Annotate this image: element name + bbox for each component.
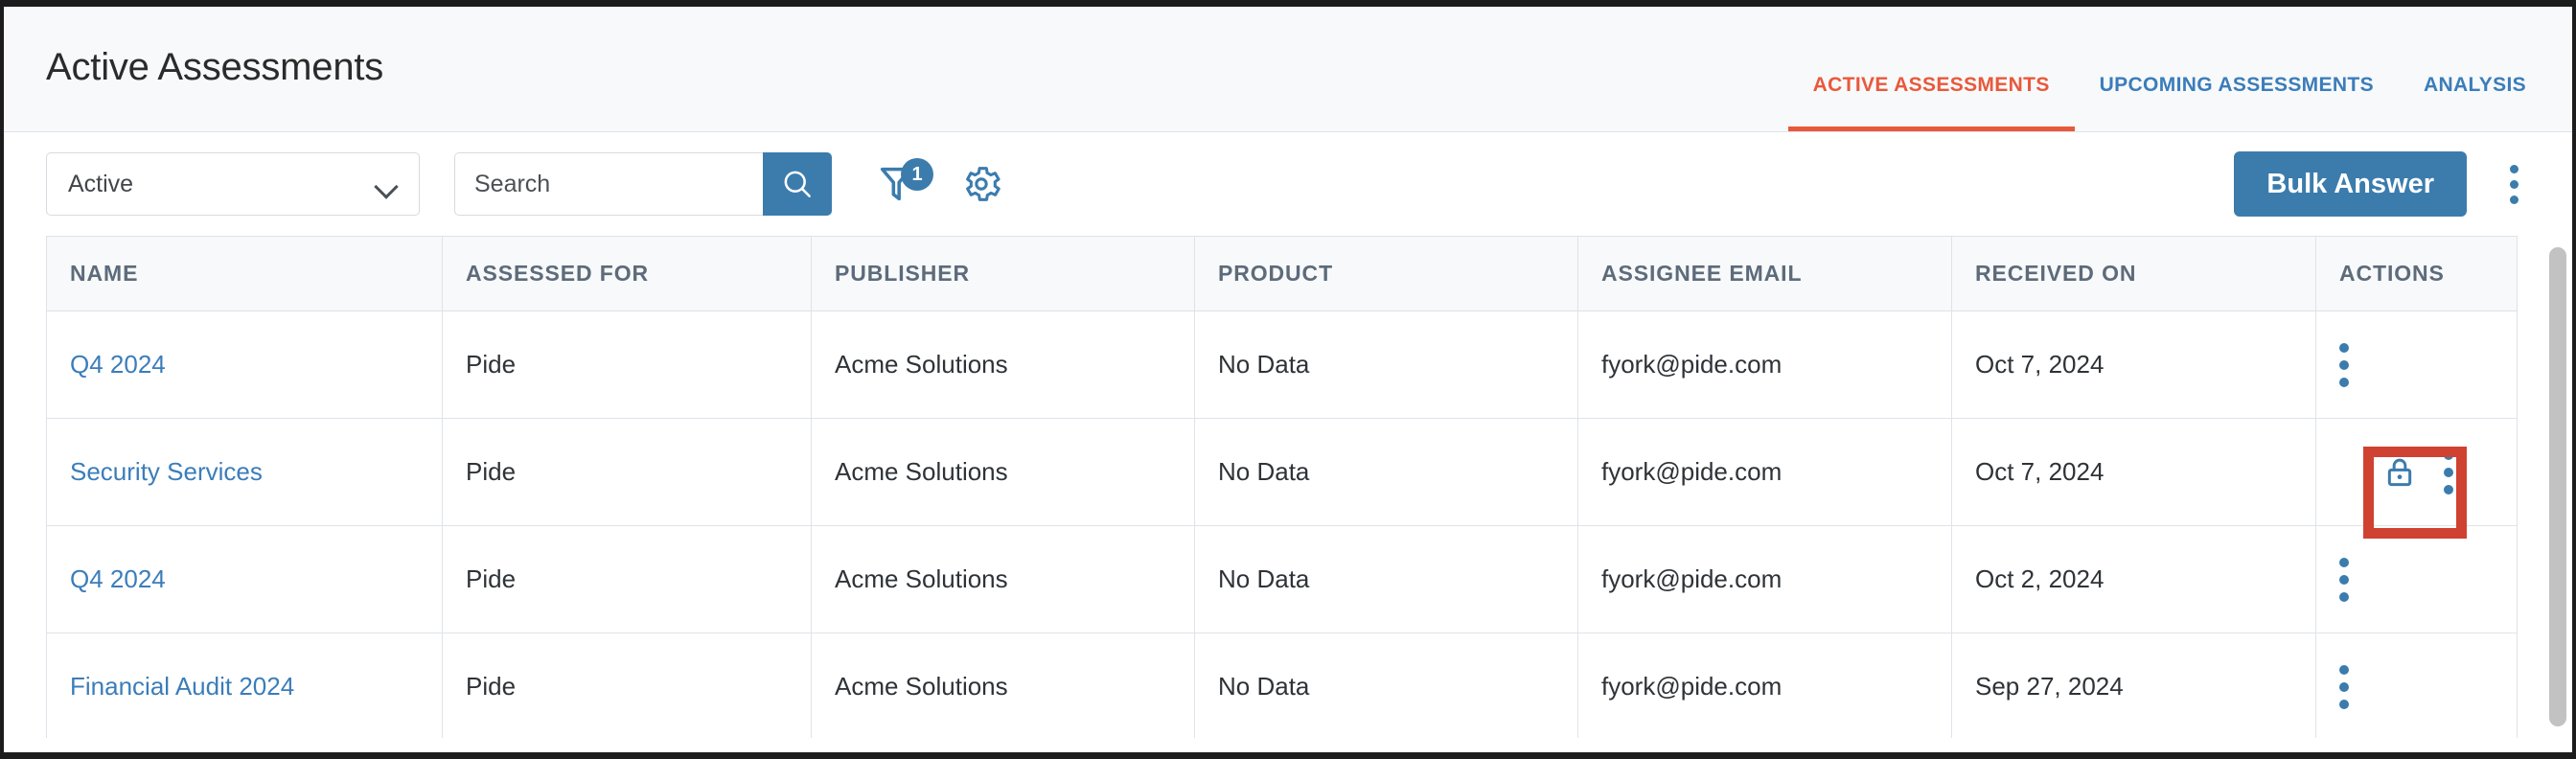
cell-actions xyxy=(2315,310,2518,419)
cell-publisher: Acme Solutions xyxy=(811,418,1195,526)
column-header-publisher[interactable]: PUBLISHER xyxy=(811,236,1195,311)
kebab-menu-icon-dot xyxy=(2339,681,2349,692)
cell-assignee-email: fyork@pide.com xyxy=(1577,310,1952,419)
assessment-name-link[interactable]: Security Services xyxy=(70,457,263,486)
kebab-menu-icon-dot xyxy=(2509,195,2518,204)
column-header-assignee-email[interactable]: ASSIGNEE EMAIL xyxy=(1577,236,1952,311)
cell-product: No Data xyxy=(1194,310,1578,419)
table-vertical-scrollbar[interactable] xyxy=(2545,238,2570,738)
column-header-received-on[interactable]: RECEIVED ON xyxy=(1951,236,2316,311)
kebab-menu-icon-dot xyxy=(2339,377,2349,387)
cell-name: Q4 2024 xyxy=(46,525,443,633)
cell-received-on: Oct 2, 2024 xyxy=(1951,525,2316,633)
row-overflow-menu-button[interactable] xyxy=(2339,557,2349,602)
status-filter-value: Active xyxy=(68,170,134,197)
kebab-menu-icon-dot xyxy=(2339,359,2349,370)
settings-button[interactable] xyxy=(953,152,1010,216)
tab-upcoming-assessments[interactable]: UPCOMING ASSESSMENTS xyxy=(2075,74,2399,131)
table-header: NAME ASSESSED FOR PUBLISHER PRODUCT ASSI… xyxy=(46,236,2518,311)
kebab-menu-icon-dot xyxy=(2443,484,2453,494)
cell-assignee-email: fyork@pide.com xyxy=(1577,525,1952,633)
table-row: Q4 2024 Pide Acme Solutions No Data fyor… xyxy=(46,525,2518,633)
filter-button[interactable]: 1 xyxy=(870,152,933,216)
search-input[interactable] xyxy=(454,152,763,216)
row-overflow-menu-button[interactable] xyxy=(2443,449,2453,494)
search-icon xyxy=(784,171,811,197)
table-row: Financial Audit 2024 Pide Acme Solutions… xyxy=(46,632,2518,738)
kebab-menu-icon-dot xyxy=(2339,342,2349,353)
kebab-menu-icon-dot xyxy=(2339,557,2349,567)
assessments-table: NAME ASSESSED FOR PUBLISHER PRODUCT ASSI… xyxy=(46,236,2518,738)
cell-product: No Data xyxy=(1194,418,1578,526)
column-header-assessed-for[interactable]: ASSESSED FOR xyxy=(442,236,812,311)
kebab-menu-icon-dot xyxy=(2509,164,2518,173)
cell-assessed-for: Pide xyxy=(442,525,812,633)
toolbar-overflow-menu-button[interactable] xyxy=(2492,152,2536,216)
search-group xyxy=(454,152,832,216)
cell-actions xyxy=(2315,632,2518,738)
page-title: Active Assessments xyxy=(46,46,384,88)
cell-actions xyxy=(2315,418,2518,526)
column-header-actions: ACTIONS xyxy=(2315,236,2518,311)
gear-icon xyxy=(966,167,1000,201)
scrollbar-thumb[interactable] xyxy=(2549,247,2566,726)
cell-publisher: Acme Solutions xyxy=(811,525,1195,633)
kebab-menu-icon-dot xyxy=(2339,664,2349,675)
lock-button[interactable] xyxy=(2380,453,2419,492)
kebab-menu-icon-dot xyxy=(2509,179,2518,189)
table-header-row: NAME ASSESSED FOR PUBLISHER PRODUCT ASSI… xyxy=(46,236,2518,311)
row-action-group xyxy=(2339,449,2494,494)
cell-received-on: Oct 7, 2024 xyxy=(1951,310,2316,419)
status-filter-select[interactable]: Active xyxy=(46,152,420,216)
cell-publisher: Acme Solutions xyxy=(811,310,1195,419)
toolbar: Active 1 Bulk Answer xyxy=(4,132,2572,236)
table-row: Q4 2024 Pide Acme Solutions No Data fyor… xyxy=(46,310,2518,419)
cell-assignee-email: fyork@pide.com xyxy=(1577,418,1952,526)
cell-product: No Data xyxy=(1194,525,1578,633)
row-overflow-menu-button[interactable] xyxy=(2339,342,2349,387)
kebab-menu-icon-dot xyxy=(2339,699,2349,709)
cell-assessed-for: Pide xyxy=(442,418,812,526)
column-header-name[interactable]: NAME xyxy=(46,236,443,311)
tab-bar: ACTIVE ASSESSMENTS UPCOMING ASSESSMENTS … xyxy=(1787,74,2536,131)
assessment-name-link[interactable]: Q4 2024 xyxy=(70,350,166,379)
tab-analysis[interactable]: ANALYSIS xyxy=(2399,74,2536,131)
cell-assignee-email: fyork@pide.com xyxy=(1577,632,1952,738)
cell-name: Financial Audit 2024 xyxy=(46,632,443,738)
cell-name: Q4 2024 xyxy=(46,310,443,419)
bulk-answer-button[interactable]: Bulk Answer xyxy=(2234,151,2467,217)
tab-active-assessments[interactable]: ACTIVE ASSESSMENTS xyxy=(1787,74,2075,131)
kebab-menu-icon-dot xyxy=(2443,467,2453,477)
chevron-down-icon xyxy=(377,178,398,191)
assessments-table-region: NAME ASSESSED FOR PUBLISHER PRODUCT ASSI… xyxy=(4,236,2572,738)
cell-received-on: Oct 7, 2024 xyxy=(1951,418,2316,526)
row-overflow-menu-button[interactable] xyxy=(2339,664,2349,709)
table-row: Security Services Pide Acme Solutions No… xyxy=(46,418,2518,526)
cell-received-on: Sep 27, 2024 xyxy=(1951,632,2316,738)
assessment-name-link[interactable]: Financial Audit 2024 xyxy=(70,672,294,701)
kebab-menu-icon-dot xyxy=(2339,591,2349,602)
cell-product: No Data xyxy=(1194,632,1578,738)
column-header-product[interactable]: PRODUCT xyxy=(1194,236,1578,311)
filter-badge: 1 xyxy=(901,158,933,191)
lock-icon xyxy=(2387,458,2411,486)
cell-publisher: Acme Solutions xyxy=(811,632,1195,738)
table-body: Q4 2024 Pide Acme Solutions No Data fyor… xyxy=(46,310,2518,738)
cell-assessed-for: Pide xyxy=(442,632,812,738)
cell-actions xyxy=(2315,525,2518,633)
kebab-menu-icon-dot xyxy=(2443,449,2453,460)
kebab-menu-icon-dot xyxy=(2339,574,2349,585)
search-button[interactable] xyxy=(763,152,832,216)
cell-name: Security Services xyxy=(46,418,443,526)
page-header: Active Assessments ACTIVE ASSESSMENTS UP… xyxy=(4,7,2572,132)
application-window: Active Assessments ACTIVE ASSESSMENTS UP… xyxy=(0,0,2576,759)
assessment-name-link[interactable]: Q4 2024 xyxy=(70,564,166,593)
cell-assessed-for: Pide xyxy=(442,310,812,419)
